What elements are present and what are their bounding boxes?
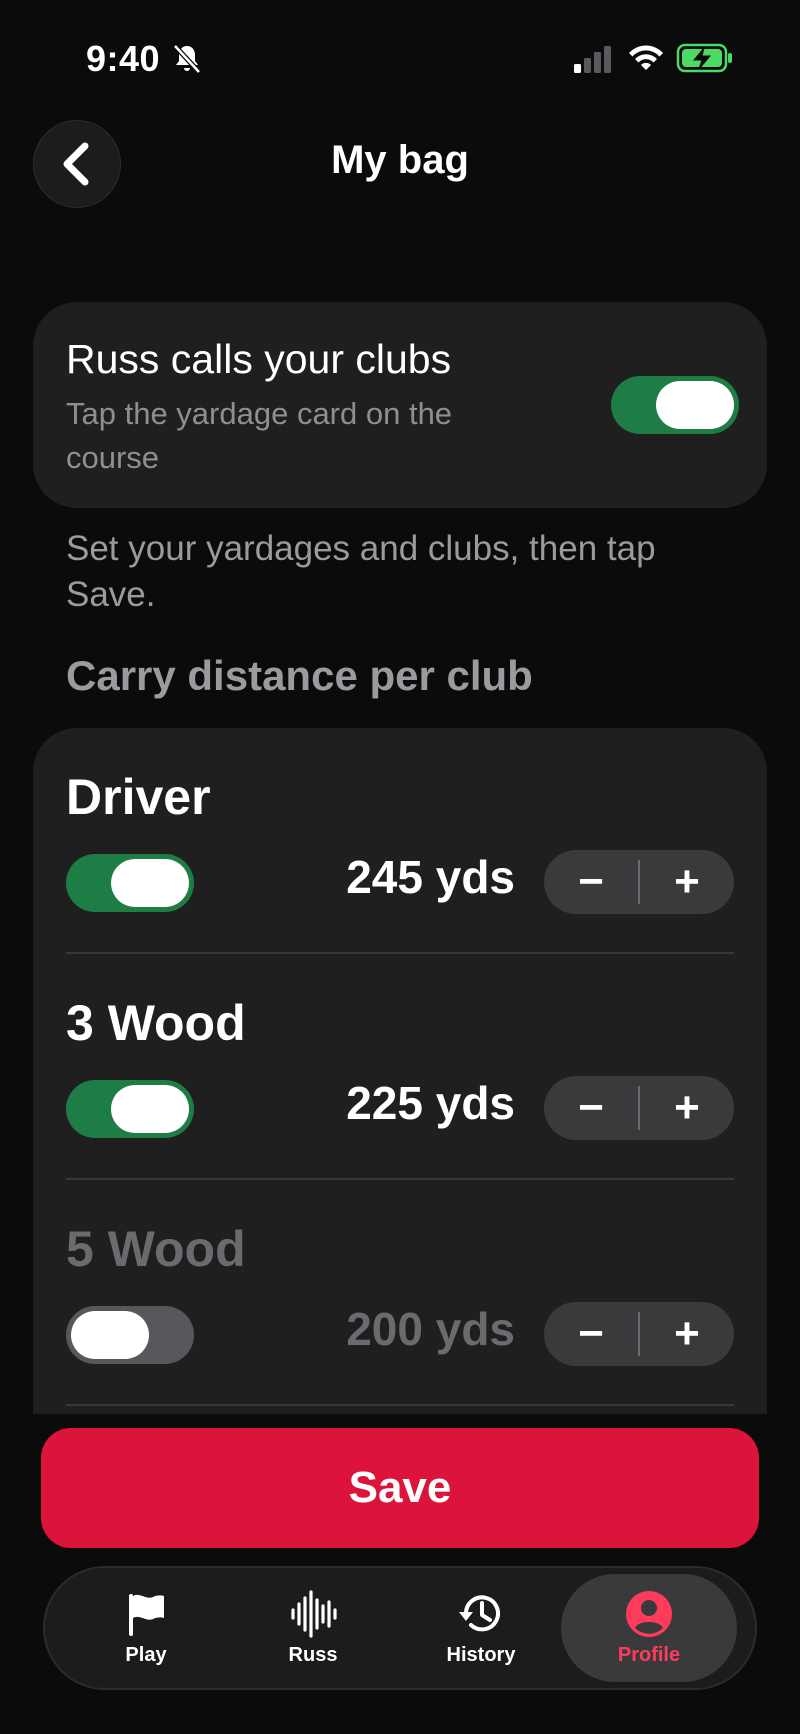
profile-icon: [626, 1590, 672, 1637]
section-title: Carry distance per club: [66, 652, 533, 699]
club-toggle-driver[interactable]: [66, 854, 194, 912]
russ-card-subtitle: Tap the yardage card on the course: [66, 396, 453, 475]
toggle-knob: [71, 1311, 149, 1359]
decrement-button[interactable]: −: [544, 1302, 638, 1366]
tab-russ[interactable]: Russ: [225, 1574, 401, 1682]
tab-label: Russ: [288, 1643, 338, 1666]
club-distance: 225 yds: [346, 1077, 515, 1129]
helper-text: Set your yardages and clubs, then tap Sa…: [66, 529, 656, 614]
club-distance: 200 yds: [346, 1303, 515, 1355]
page-title: My bag: [331, 138, 469, 182]
status-time: 9:40: [86, 38, 161, 79]
wifi-icon: [629, 45, 663, 70]
club-list: Driver 245 yds − + 3 Wood 225 yds − + 5 …: [33, 728, 767, 1414]
club-toggle-3-wood[interactable]: [66, 1080, 194, 1138]
tab-play[interactable]: Play: [58, 1574, 234, 1682]
decrement-button[interactable]: −: [544, 1076, 638, 1140]
club-row-driver: Driver 245 yds − +: [33, 728, 767, 954]
club-name: Driver: [66, 769, 211, 825]
flag-icon: [129, 1593, 164, 1636]
silent-bell-icon: [173, 44, 201, 74]
club-toggle-5-wood[interactable]: [66, 1306, 194, 1364]
club-distance: 245 yds: [346, 851, 515, 903]
club-name: 3 Wood: [66, 995, 246, 1051]
tab-bar: Play Russ History Profile: [43, 1566, 757, 1690]
russ-calls-card: Russ calls your clubs Tap the yardage ca…: [33, 302, 767, 508]
russ-calls-toggle[interactable]: [611, 376, 739, 434]
save-button[interactable]: Save: [41, 1428, 759, 1548]
increment-button[interactable]: +: [640, 850, 734, 914]
row-divider: [66, 1404, 734, 1406]
waveform-icon: [291, 1589, 337, 1638]
battery-charging-icon: [676, 43, 732, 73]
tab-profile[interactable]: Profile: [561, 1574, 737, 1682]
distance-stepper: − +: [544, 1076, 734, 1140]
increment-button[interactable]: +: [640, 1076, 734, 1140]
decrement-button[interactable]: −: [544, 850, 638, 914]
toggle-knob: [656, 381, 734, 429]
toggle-knob: [111, 1085, 189, 1133]
russ-card-title: Russ calls your clubs: [66, 336, 452, 382]
history-icon: [459, 1594, 500, 1631]
status-bar: 9:40: [0, 0, 800, 120]
tab-label: History: [446, 1643, 516, 1666]
tab-label: Play: [125, 1643, 167, 1666]
tab-history[interactable]: History: [393, 1574, 569, 1682]
club-name: 5 Wood: [66, 1221, 246, 1277]
increment-button[interactable]: +: [640, 1302, 734, 1366]
distance-stepper: − +: [544, 1302, 734, 1366]
club-row-5-wood: 5 Wood 200 yds − +: [33, 1180, 767, 1406]
tab-label: Profile: [617, 1643, 681, 1666]
club-row-3-wood: 3 Wood 225 yds − +: [33, 954, 767, 1180]
toggle-knob: [111, 859, 189, 907]
distance-stepper: − +: [544, 850, 734, 914]
cellular-signal-icon: [574, 46, 611, 73]
